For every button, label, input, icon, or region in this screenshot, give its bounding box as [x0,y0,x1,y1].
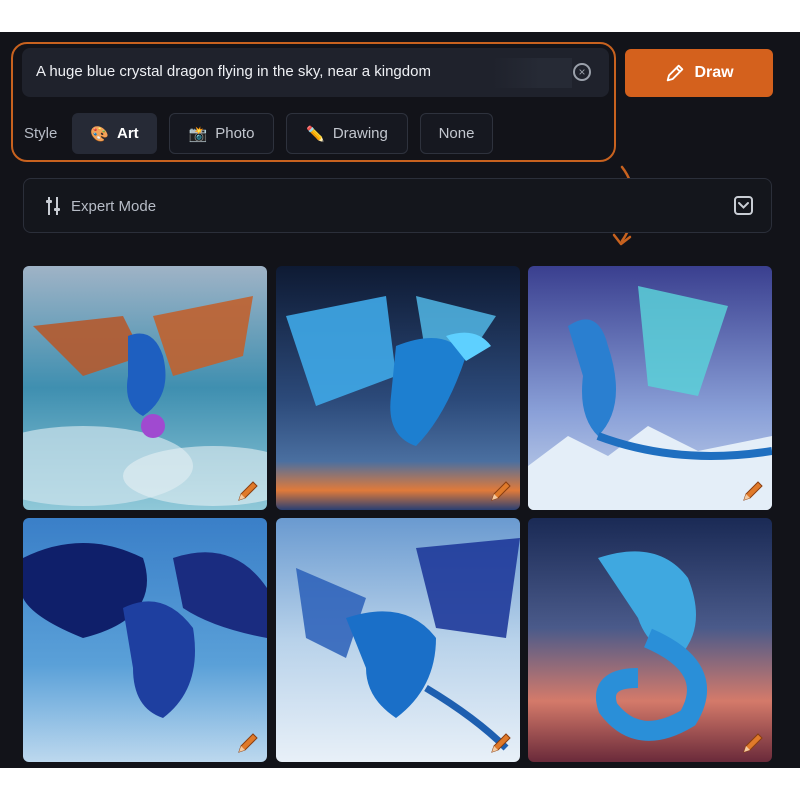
prompt-input[interactable]: A huge blue crystal dragon flying in the… [22,48,609,97]
result-image-3[interactable] [528,266,772,510]
camera-icon: 📸 [188,125,208,143]
result-image-6[interactable] [528,518,772,762]
result-image-2[interactable] [276,266,520,510]
style-chip-none[interactable]: None [420,113,493,154]
style-chip-label: None [438,125,475,142]
draw-button-label: Draw [694,64,734,81]
draw-button[interactable]: Draw [625,49,773,97]
chevron-down-icon[interactable] [734,196,753,215]
style-chip-label: Drawing [332,125,388,142]
pencil-icon [667,64,684,82]
style-chip-photo[interactable]: 📸 Photo [169,113,274,154]
result-image-4[interactable] [23,518,267,762]
prompt-text: A huge blue crystal dragon flying in the… [36,63,431,80]
style-chip-art[interactable]: 🎨 Art [72,113,157,154]
edit-pencil-icon[interactable] [740,478,766,504]
style-chip-label: Art [117,125,139,142]
style-label: Style [24,125,58,142]
edit-pencil-icon[interactable] [488,730,514,756]
clear-prompt-icon[interactable]: × [573,63,591,81]
prompt-fade [492,58,572,88]
edit-pencil-icon[interactable] [740,730,766,756]
edit-pencil-icon[interactable] [235,730,261,756]
style-chip-label: Photo [215,125,255,142]
edit-pencil-icon[interactable] [235,478,261,504]
result-image-1[interactable] [23,266,267,510]
expert-mode-toggle[interactable]: Expert Mode [23,178,772,233]
style-chip-drawing[interactable]: ✏️ Drawing [286,113,408,154]
result-image-5[interactable] [276,518,520,762]
expert-mode-label: Expert Mode [71,198,157,215]
edit-pencil-icon[interactable] [488,478,514,504]
pencil-emoji-icon: ✏️ [306,125,325,143]
palette-icon: 🎨 [90,125,109,143]
sliders-icon [46,197,60,215]
